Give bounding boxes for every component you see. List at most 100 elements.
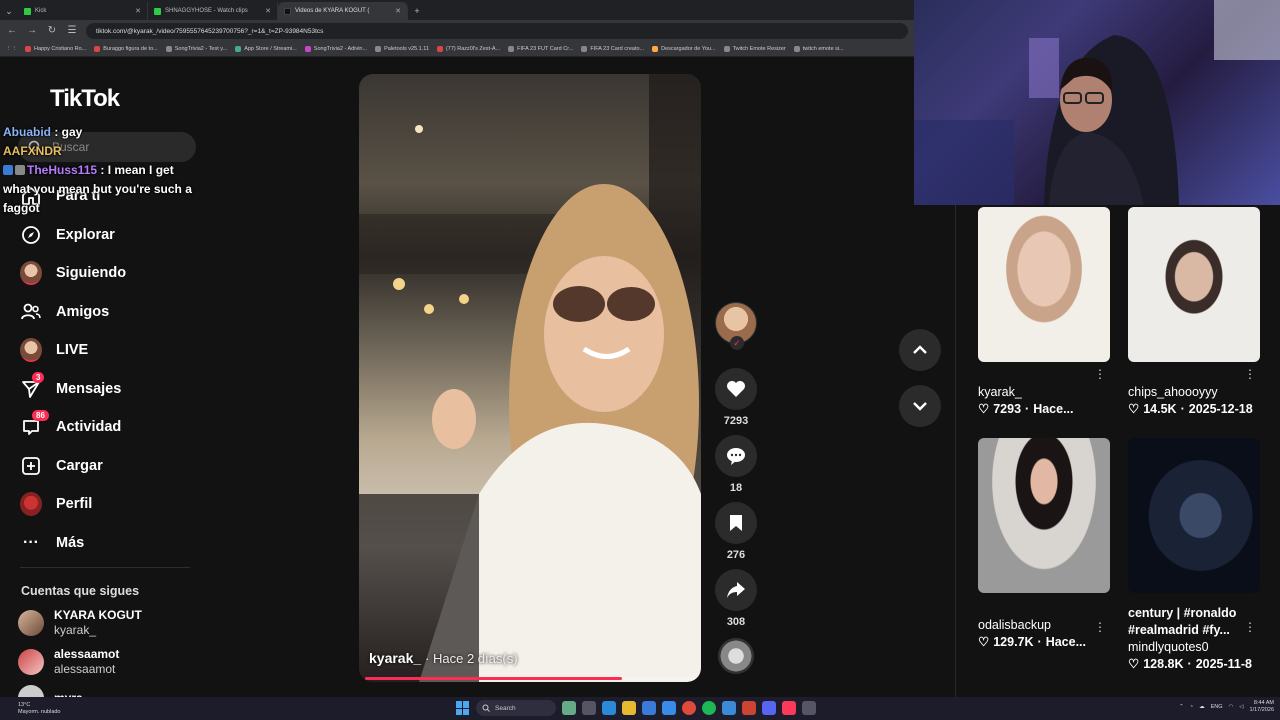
nav-explorar[interactable]: Explorar: [20, 216, 126, 255]
discord-icon[interactable]: [762, 701, 776, 715]
cloud-icon[interactable]: ☁: [1199, 704, 1205, 710]
more-options-icon[interactable]: ⋮: [1094, 367, 1106, 381]
apps-icon[interactable]: ⋮⋮: [6, 46, 17, 52]
nav-siguiendo[interactable]: Siguiendo: [20, 254, 126, 293]
nav-live[interactable]: LIVE: [20, 331, 126, 370]
bookmark-item[interactable]: FIFA 23 FUT Card Cr...: [508, 46, 573, 52]
webcam-overlay: [914, 0, 1280, 205]
author-avatar[interactable]: ✓: [715, 302, 757, 350]
video-thumbnail[interactable]: [1128, 438, 1260, 593]
app-icon[interactable]: [722, 701, 736, 715]
tab-tiktok[interactable]: Videos de KYARA KOGUT ( ✕: [278, 2, 408, 20]
back-icon[interactable]: ←: [6, 25, 18, 37]
nav-perfil[interactable]: Perfil: [20, 485, 126, 524]
nav-cargar[interactable]: Cargar: [20, 447, 126, 486]
nav-label: Amigos: [56, 303, 110, 320]
app-icon[interactable]: [802, 701, 816, 715]
following-account[interactable]: myra: [18, 685, 83, 697]
previous-video-button[interactable]: [899, 329, 941, 371]
edge-icon[interactable]: [602, 701, 616, 715]
chevron-up-icon[interactable]: ⌃: [1179, 704, 1184, 710]
bookmark-item[interactable]: App Store / Streami...: [235, 46, 297, 52]
tab-shnaggyhose[interactable]: SHNAGGYHOSE - Watch clips ✕: [148, 2, 278, 20]
like-button[interactable]: [715, 368, 757, 410]
mail-icon[interactable]: [662, 701, 676, 715]
reload-icon[interactable]: ↻: [46, 25, 58, 37]
nav-actividad[interactable]: 86 Actividad: [20, 408, 126, 447]
nav-label: Perfil: [56, 496, 93, 513]
comment-button[interactable]: [715, 435, 757, 477]
video-player[interactable]: kyarak_ · Hace 2 días(s): [359, 74, 701, 682]
nav-label: Mensajes: [56, 380, 122, 397]
tab-kick[interactable]: Kick ✕: [18, 2, 148, 20]
video-thumbnail[interactable]: [978, 438, 1110, 593]
nav-amigos[interactable]: Amigos: [20, 293, 126, 332]
following-account[interactable]: KYARA KOGUT kyarak_: [18, 608, 142, 638]
bookmark-item[interactable]: Descargador de You...: [652, 46, 716, 52]
new-tab-button[interactable]: +: [408, 2, 426, 20]
bookmark-item[interactable]: SongTrivia2 - Test y...: [165, 46, 227, 52]
close-tab-icon[interactable]: ✕: [265, 7, 271, 15]
inbox-icon: 86: [20, 410, 49, 438]
language-indicator[interactable]: ENG: [1211, 704, 1223, 710]
video-progress-bar[interactable]: [365, 677, 695, 680]
nav-mensajes[interactable]: 3 Mensajes: [20, 370, 126, 409]
bookmark-item[interactable]: FIFA 23 Card creato...: [581, 46, 644, 52]
like-count: 7293: [723, 415, 749, 427]
task-view-icon[interactable]: [582, 701, 596, 715]
tab-list-button[interactable]: ⌄: [0, 2, 18, 20]
more-options-icon[interactable]: ⋮: [1244, 620, 1256, 634]
store-icon[interactable]: [642, 701, 656, 715]
account-handle: kyarak_: [54, 623, 97, 637]
related-video-card[interactable]: ⋮ kyarak_ ♡ 7293 · Hace...: [978, 207, 1110, 418]
account-name: alessaamot: [54, 647, 120, 661]
forward-icon[interactable]: →: [26, 25, 38, 37]
video-title: kyarak_: [978, 385, 1022, 399]
music-icon[interactable]: [782, 701, 796, 715]
more-options-icon[interactable]: ⋮: [1094, 620, 1106, 634]
video-thumbnail[interactable]: [1128, 207, 1260, 362]
messages-badge: 3: [32, 371, 45, 383]
app-icon[interactable]: [562, 701, 576, 715]
nav-mas[interactable]: ··· Más: [20, 524, 126, 563]
chrome-icon[interactable]: [682, 701, 696, 715]
bookmark-item[interactable]: Happy Cristiano Ro...: [25, 46, 86, 52]
next-video-button[interactable]: [899, 385, 941, 427]
related-video-card[interactable]: ⋮ century | #ronaldo #realmadrid #fy... …: [1128, 438, 1260, 673]
close-tab-icon[interactable]: ✕: [395, 7, 401, 15]
bookmark-item[interactable]: twitch emote si...: [793, 46, 844, 52]
windows-start-icon[interactable]: [456, 701, 470, 715]
more-options-icon[interactable]: ⋮: [1244, 367, 1256, 381]
bookmark-item[interactable]: Buraggo figura de to...: [94, 46, 158, 52]
bookmark-item[interactable]: Twitch Emote Resizer: [723, 46, 786, 52]
music-disc-icon[interactable]: [718, 638, 754, 674]
following-account[interactable]: alessaamot alessaamot: [18, 647, 119, 677]
file-explorer-icon[interactable]: [622, 701, 636, 715]
close-tab-icon[interactable]: ✕: [135, 7, 141, 15]
bookmark-item[interactable]: SongTrivia2 - Adivin...: [304, 46, 367, 52]
weather-widget[interactable]: 13°C Mayorm. nublado: [0, 702, 140, 716]
more-icon: ···: [23, 533, 39, 551]
taskbar-search[interactable]: Search: [476, 700, 556, 716]
bookmark-item[interactable]: (77) Razz0l's Zest-A...: [436, 46, 500, 52]
video-author[interactable]: kyarak_: [369, 650, 421, 666]
tiktok-logo[interactable]: TikTok: [50, 85, 120, 113]
related-video-card[interactable]: ⋮ chips_ahoooyyy ♡ 14.5K · 2025-12-18: [1128, 207, 1260, 418]
site-info-icon[interactable]: ☰: [66, 25, 78, 37]
address-bar[interactable]: tiktok.com/@kyarak_/video/75955576452397…: [86, 23, 908, 39]
wifi-icon[interactable]: ◠: [1228, 704, 1233, 710]
clock[interactable]: 8:44 AM 1/17/2026: [1250, 700, 1274, 714]
volume-icon[interactable]: ◁: [1239, 704, 1243, 710]
tab-title: Kick: [35, 8, 47, 14]
save-button[interactable]: [715, 502, 757, 544]
app-icon[interactable]: [742, 701, 756, 715]
related-video-card[interactable]: ⋮ odalisbackup ♡ 129.7K · Hace...: [978, 438, 1110, 651]
bookmark-item[interactable]: Paletools v25.1.11: [375, 46, 429, 52]
taskbar-search-label: Search: [495, 704, 516, 712]
spotify-icon[interactable]: [702, 701, 716, 715]
follow-check-icon[interactable]: ✓: [730, 336, 744, 350]
video-thumbnail[interactable]: [978, 207, 1110, 362]
share-button[interactable]: [715, 569, 757, 611]
sidebar-divider: [20, 567, 190, 568]
network-icon[interactable]: ◔: [1190, 704, 1193, 710]
